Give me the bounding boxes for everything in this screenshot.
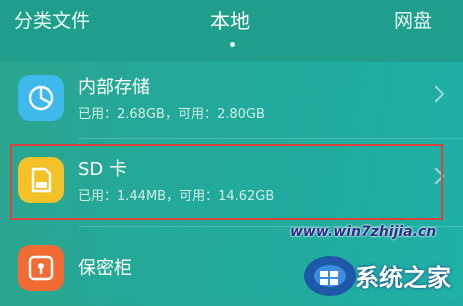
safe-icon	[18, 245, 64, 291]
tab-local[interactable]: 本地	[210, 10, 250, 32]
watermark-logo: 系统之家	[300, 238, 463, 300]
internal-storage-title: 内部存储	[78, 77, 150, 98]
list-item-internal-storage[interactable]: 内部存储 已用：2.68GB，可用：2.80GB	[0, 62, 463, 136]
pie-chart-icon	[18, 75, 64, 121]
internal-storage-usage: 已用：2.68GB，可用：2.80GB	[78, 107, 265, 122]
tab-cloud-disk[interactable]: 网盘	[394, 10, 432, 32]
active-tab-indicator	[230, 42, 235, 47]
tab-bar: 分类文件 本地 网盘	[0, 0, 463, 62]
watermark-brand: 系统之家	[355, 264, 451, 292]
tab-categories[interactable]: 分类文件	[14, 10, 90, 32]
chevron-right-icon	[427, 85, 445, 103]
divider	[78, 138, 463, 139]
sd-card-highlight-frame	[10, 144, 443, 220]
safe-title: 保密柜	[78, 258, 132, 279]
